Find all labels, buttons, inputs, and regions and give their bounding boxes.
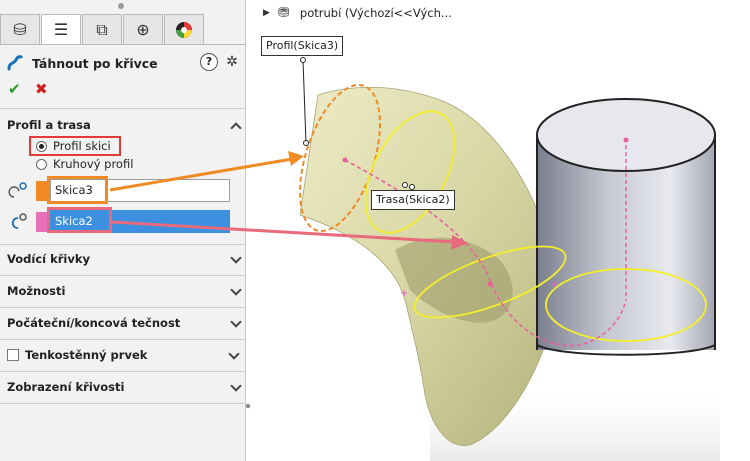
profile-arrow-head: [288, 151, 304, 166]
feature-tree-root[interactable]: ▶ ⛃ potrubí (Výchozí<<Vých...: [263, 4, 452, 22]
model-graphics[interactable]: + +: [0, 0, 750, 461]
path-start-point: [342, 157, 348, 163]
part-icon: ⛃: [277, 5, 290, 21]
expand-arrow-icon[interactable]: ▶: [263, 8, 270, 18]
profile-callout-leader: [302, 59, 307, 144]
callout-anchor: [402, 182, 408, 188]
panel-resize-grip[interactable]: [245, 403, 251, 409]
callout-anchor: [409, 184, 415, 190]
path-callout[interactable]: Trasa(Skica2): [371, 190, 455, 210]
profile-callout[interactable]: Profil(Skica3): [261, 36, 344, 56]
callout-anchor: [303, 140, 309, 146]
origin-marker: +: [400, 288, 408, 299]
callout-anchor: [300, 57, 306, 63]
axis-point: [623, 137, 629, 143]
profile-arrow-line: [109, 157, 293, 192]
path-mid-point: [487, 281, 493, 287]
origin-marker: +: [550, 279, 558, 290]
part-name-label: potrubí (Výchozí<<Vých...: [299, 6, 452, 20]
